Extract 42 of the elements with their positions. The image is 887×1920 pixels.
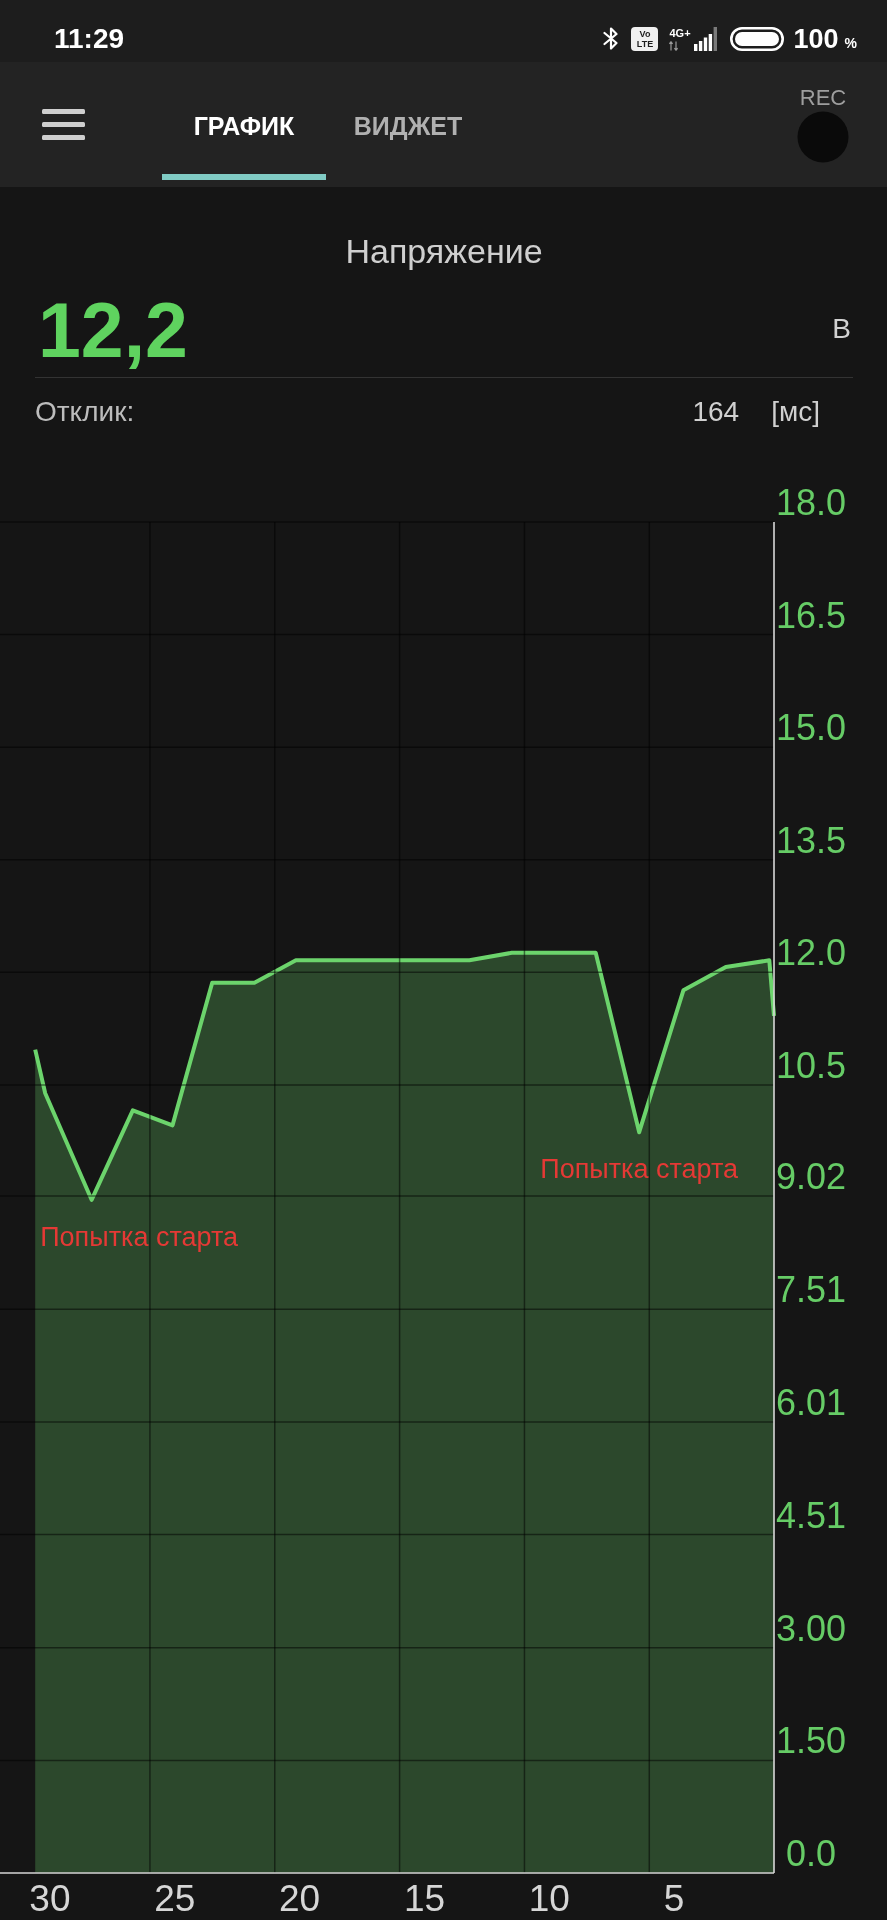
circle-icon (797, 111, 849, 163)
tab[interactable]: ГРАФИК (162, 62, 326, 180)
y-axis-label: 6.01 (775, 1381, 847, 1423)
battery-percent: 100 (793, 24, 839, 54)
y-axis-label: 3.00 (775, 1607, 847, 1649)
status-time: 11:29 (54, 23, 125, 55)
x-axis-label: 30 (29, 1878, 71, 1919)
y-axis-label: 1.50 (775, 1720, 847, 1762)
tab[interactable]: ВИДЖЕТ (326, 62, 490, 180)
x-axis-label: 10 (528, 1878, 570, 1919)
battery-icon (730, 27, 785, 51)
response-value: 164 (692, 395, 740, 429)
voltage-value: 12,2 (38, 290, 188, 370)
y-axis-label: 15.0 (775, 707, 847, 749)
y-axis-label: 7.51 (775, 1269, 847, 1311)
y-axis-label: 18.0 (775, 482, 847, 523)
volte-badge: Vo LTE (631, 27, 659, 51)
y-axis-label: 12.0 (775, 932, 847, 974)
bluetooth-icon (603, 27, 619, 51)
x-axis-label: 25 (154, 1878, 196, 1919)
y-axis-label: 16.5 (775, 594, 847, 636)
network-type-label: 4G+ (669, 27, 691, 39)
menu-icon (42, 109, 85, 140)
y-axis-label: 10.5 (775, 1044, 847, 1086)
percent-sign: % (844, 35, 857, 51)
y-axis-label: 4.51 (775, 1494, 847, 1536)
annotation-label: Попытка старта (540, 1154, 739, 1185)
response-unit: [мс] (771, 395, 820, 429)
signal-icon (694, 27, 718, 51)
response-label: Отклик: (35, 395, 135, 429)
menu-button[interactable] (42, 109, 85, 140)
voltage-unit: В (832, 313, 851, 345)
record-button[interactable]: REC (797, 86, 849, 163)
data-arrows-icon (669, 41, 679, 51)
x-axis-label: 20 (279, 1878, 321, 1919)
x-axis-label: 15 (403, 1878, 446, 1919)
annotation-label: Попытка старта (40, 1221, 239, 1252)
y-axis-label: 0.0 (786, 1833, 836, 1874)
y-axis-label: 13.5 (775, 819, 847, 861)
measurement-title: Напряжение (345, 231, 543, 271)
y-axis-label: 9.02 (775, 1156, 847, 1197)
x-axis-label: 5 (663, 1878, 685, 1919)
